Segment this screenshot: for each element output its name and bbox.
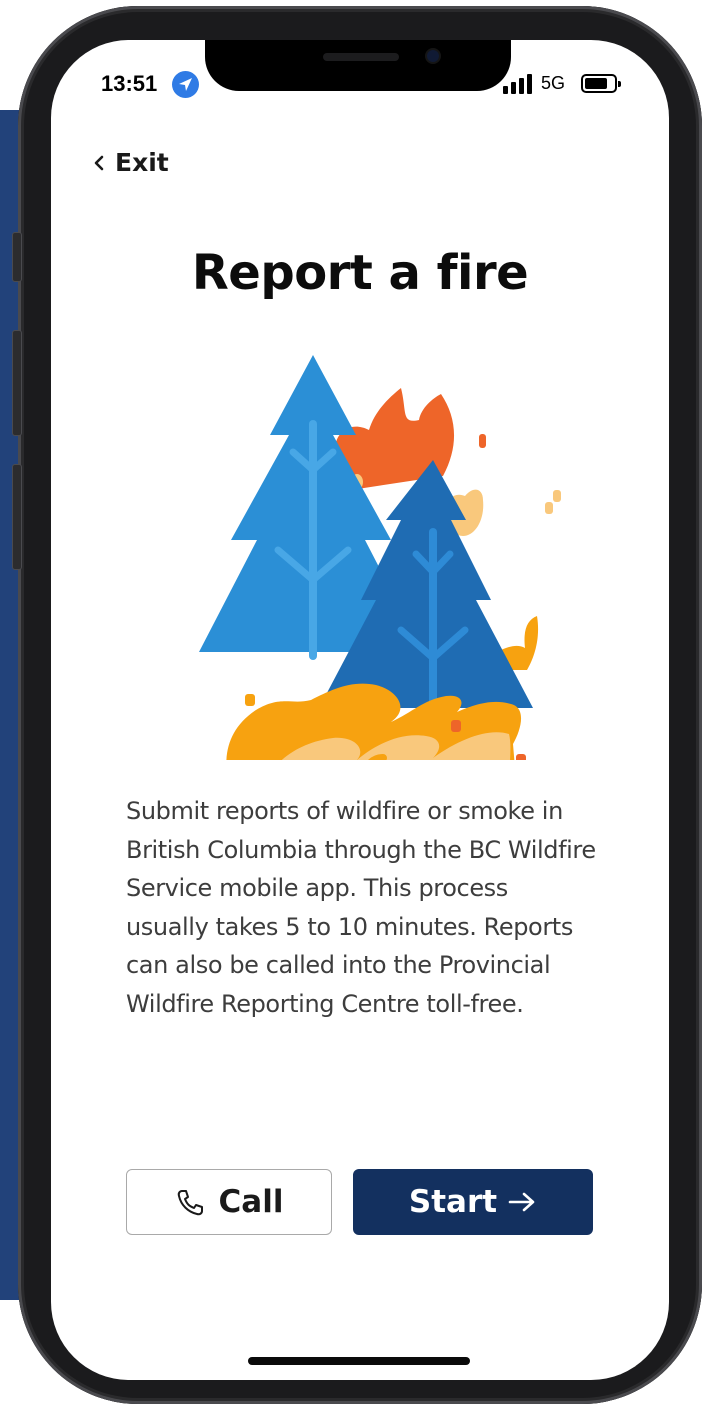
battery-icon bbox=[581, 74, 621, 93]
home-indicator[interactable] bbox=[248, 1357, 470, 1365]
call-button[interactable]: Call bbox=[126, 1169, 332, 1235]
location-arrow-icon bbox=[172, 71, 199, 98]
description-text: Submit reports of wildfire or smoke in B… bbox=[126, 797, 596, 1018]
phone-icon bbox=[177, 1190, 203, 1216]
ember bbox=[479, 434, 486, 448]
arrow-right-icon bbox=[508, 1192, 535, 1212]
ember bbox=[516, 754, 526, 760]
notch bbox=[205, 40, 511, 91]
volume-down-button bbox=[12, 464, 22, 570]
wildfire-illustration bbox=[199, 355, 561, 760]
front-camera bbox=[427, 50, 439, 62]
ember bbox=[553, 490, 561, 502]
ember bbox=[545, 502, 553, 514]
start-button[interactable]: Start bbox=[353, 1169, 593, 1235]
start-button-label: Start bbox=[408, 1184, 498, 1220]
network-type: 5G bbox=[541, 73, 566, 93]
page-title: Report a fire bbox=[191, 245, 529, 301]
silent-switch bbox=[12, 232, 22, 282]
light-tree-trunk bbox=[309, 420, 317, 660]
chevron-left-icon bbox=[94, 155, 104, 170]
call-button-label: Call bbox=[218, 1184, 284, 1220]
ember bbox=[451, 720, 461, 732]
volume-up-button bbox=[12, 330, 22, 436]
speaker-grille bbox=[323, 53, 399, 61]
status-time: 13:51 bbox=[101, 71, 158, 96]
signal-bars-icon bbox=[503, 74, 532, 94]
ember bbox=[245, 694, 255, 706]
device-mockup: 13:51 5G Exit Report a fire Submit repor… bbox=[0, 0, 702, 1407]
exit-button[interactable]: Exit bbox=[93, 148, 169, 177]
exit-label: Exit bbox=[115, 148, 169, 177]
app-screen: 13:51 5G Exit Report a fire Submit repor… bbox=[51, 40, 669, 1380]
